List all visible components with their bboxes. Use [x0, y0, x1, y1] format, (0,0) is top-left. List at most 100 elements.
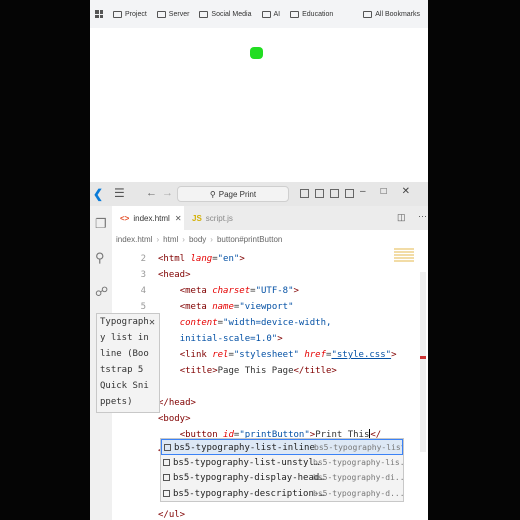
back-arrow-icon[interactable]: ← [146, 187, 157, 199]
code-token: initial-scale=1.0" [179, 334, 278, 344]
search-icon: ⚲ [209, 189, 216, 199]
toggle-sidebar-icon[interactable] [315, 189, 324, 198]
layout-controls [300, 189, 354, 198]
suggestion-detail: bs5-typography-d... [313, 488, 403, 498]
toggle-panel-icon[interactable] [330, 189, 339, 198]
code-text: <meta name="viewport" [158, 299, 294, 315]
breadcrumb-item[interactable]: index.html [116, 235, 152, 244]
code-token: > [277, 334, 283, 344]
line-number: 3 [140, 270, 146, 280]
folder-icon [113, 10, 122, 18]
command-center-search[interactable]: ⚲ Page Print [177, 186, 289, 202]
code-text: <body> [158, 411, 191, 427]
breadcrumb-item[interactable]: body [189, 235, 206, 244]
folder-icon [290, 10, 300, 18]
code-token: "style.css" [331, 350, 392, 360]
chevron-right-icon: › [182, 234, 185, 244]
folder-icon [261, 10, 271, 18]
breadcrumb-item[interactable]: html [163, 235, 178, 244]
suggestion-item[interactable]: bs5-typography-description-… bs5-typograp… [161, 486, 403, 502]
code-text: content="width=device-width, [158, 315, 332, 331]
code-token: </head> [158, 398, 196, 408]
close-icon[interactable]: ✕ [402, 186, 410, 197]
suggestion-item[interactable]: bs5-typography-display-head… bs5-typograp… [161, 470, 403, 486]
suggestion-label: bs5-typography-display-head… [173, 473, 325, 483]
close-tab-icon[interactable]: ✕ [175, 214, 182, 223]
command-center-label: Page Print [218, 189, 257, 199]
hover-text-line: tstrap 5 [100, 365, 144, 375]
split-editor-icon[interactable]: ◫ [397, 212, 406, 223]
tab-index-html[interactable]: <> index.html ✕ [112, 206, 184, 230]
tab-label: script.js [205, 213, 233, 223]
apps-grid-icon[interactable] [95, 10, 103, 18]
tab-script-js[interactable]: JS script.js [184, 206, 254, 230]
more-actions-icon[interactable]: ⋯ [418, 211, 427, 222]
explorer-icon[interactable]: ❐ [95, 216, 107, 232]
suggestion-label: bs5-typography-description-… [173, 488, 325, 499]
code-token: Page This Page [217, 366, 294, 376]
suggestion-detail: bs5-typography-lis... [313, 457, 403, 467]
code-token: "stylesheet" [233, 350, 299, 360]
suggestion-detail: bs5-typography-di... [313, 473, 403, 482]
code-token: charset [212, 286, 251, 296]
code-token: <meta [179, 286, 213, 296]
code-text: <head> [158, 267, 191, 283]
right-black-bar [428, 0, 520, 520]
code-token: <html [158, 254, 191, 264]
bookmark-social-media[interactable]: Social Media [199, 10, 252, 18]
code-token: > [239, 254, 245, 264]
autocomplete-list: bs5-typography-list-inline bs5-typography… [160, 438, 404, 502]
green-status-dot [250, 47, 263, 59]
web-page-content [90, 28, 428, 182]
suggestion-item[interactable]: bs5-typography-list-inline bs5-typography… [161, 439, 403, 455]
minimap[interactable] [394, 248, 414, 266]
maximize-icon[interactable]: □ [381, 186, 387, 197]
folder-icon [156, 10, 166, 18]
suggestion-label: bs5-typography-list-unstyl… [173, 457, 320, 468]
code-token: <body> [158, 414, 191, 424]
bookmark-project[interactable]: Project [113, 10, 147, 18]
code-text: <title>Page This Page</title> [158, 363, 337, 379]
code-token: <title> [179, 366, 218, 376]
bookmark-server[interactable]: Server [156, 10, 189, 18]
code-text: <meta charset="UTF-8"> [158, 283, 299, 299]
close-icon[interactable]: ✕ [149, 315, 155, 331]
suggestion-item[interactable]: bs5-typography-list-unstyl… bs5-typograph… [161, 455, 403, 471]
hover-tooltip: ✕ Typograph y list in line (Boo tstrap 5 Qui… [96, 313, 160, 413]
bookmark-ai[interactable]: AI [261, 10, 280, 18]
hover-text-line: line (Boo [100, 349, 149, 359]
snippet-icon [163, 458, 170, 466]
line-number: 2 [140, 254, 146, 264]
menu-icon[interactable]: ☰ [114, 186, 125, 200]
forward-arrow-icon[interactable]: → [162, 187, 173, 199]
chevron-right-icon: › [210, 234, 213, 244]
source-control-icon[interactable]: ☍ [95, 284, 108, 300]
left-black-bar [0, 0, 90, 520]
js-file-icon: JS [192, 213, 202, 223]
code-token: rel [212, 350, 229, 360]
hover-text-line: Quick Sni [100, 381, 149, 391]
snippet-icon [164, 444, 171, 451]
minimize-icon[interactable]: – [360, 186, 366, 197]
toggle-secondary-sidebar-icon[interactable] [345, 189, 354, 198]
search-icon[interactable]: ⚲ [95, 250, 105, 266]
layout-icon[interactable] [300, 189, 309, 198]
code-token: > [391, 350, 397, 360]
error-marker [420, 356, 426, 359]
bookmarks-bar: Project Server Social Media AI Education… [90, 0, 428, 29]
overview-ruler[interactable] [420, 272, 426, 452]
breadcrumb-item[interactable]: button#printButton [217, 235, 282, 244]
all-bookmarks[interactable]: All Bookmarks [363, 10, 420, 18]
html-file-icon: <> [120, 213, 130, 223]
hover-text-line: y list in [100, 333, 149, 343]
code-token: content [179, 318, 218, 328]
window-controls: – □ ✕ [360, 186, 410, 197]
bookmark-education[interactable]: Education [290, 10, 333, 18]
code-token: "viewport" [239, 302, 294, 312]
snippet-icon [163, 489, 170, 497]
editor-tabs: <> index.html ✕ JS script.js ◫ ⋯ [112, 206, 428, 231]
